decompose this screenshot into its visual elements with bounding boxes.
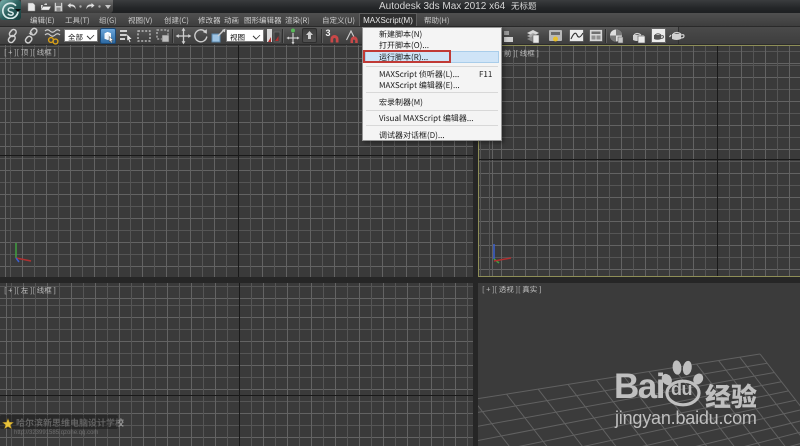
svg-text:3: 3 — [326, 28, 331, 38]
